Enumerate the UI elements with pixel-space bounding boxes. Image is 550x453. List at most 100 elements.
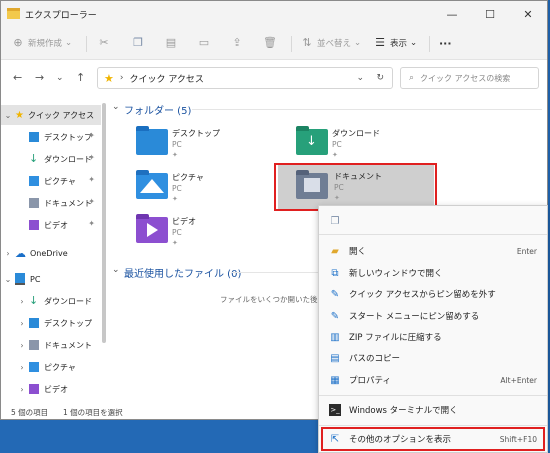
breadcrumb-chevron-icon: › (119, 73, 124, 83)
search-box[interactable]: ⌕ クイック アクセスの検索 (400, 67, 539, 89)
chevron-down-icon: ⌄ (65, 38, 73, 48)
context-item-terminal[interactable]: >_ Windows ターミナルで開く (319, 399, 547, 421)
copy-icon: ❐ (133, 36, 143, 49)
folder-tile-downloads[interactable]: ↓ ダウンロード PC ✦ (296, 126, 446, 166)
refresh-icon[interactable]: ↻ (376, 73, 384, 83)
chevron-down-icon[interactable]: ⌄ (356, 73, 364, 83)
sidebar-item-pc-pictures[interactable]: › ピクチャ (1, 357, 101, 377)
chevron-down-icon[interactable]: ⌄ (1, 275, 15, 284)
context-item-copy-path[interactable]: ▤ パスのコピー (319, 347, 547, 369)
pin-start-icon: ✎ (330, 310, 340, 322)
context-item-label: 新しいウィンドウで開く (349, 269, 443, 279)
folder-tile-desktop[interactable]: デスクトップ PC ✦ (136, 126, 286, 166)
copy-button[interactable]: ❐ (131, 34, 148, 52)
sidebar-item-label: ビデオ (44, 384, 68, 394)
pin-icon: ✦ (172, 195, 178, 203)
terminal-icon: >_ (329, 404, 341, 416)
chevron-right-icon[interactable]: › (1, 249, 15, 258)
properties-icon: ▦ (330, 374, 340, 386)
sidebar-item-onedrive[interactable]: › ☁ OneDrive (1, 243, 101, 263)
pin-icon: ✦ (172, 239, 178, 247)
pin-icon: ✦ (88, 197, 95, 206)
documents-icon (29, 340, 39, 350)
forward-arrow-icon[interactable]: → (35, 71, 44, 84)
highlight-box (321, 427, 545, 451)
folder-tile-videos[interactable]: ビデオ PC ✦ (136, 214, 286, 254)
context-item-open[interactable]: ▰ 開く Enter (319, 240, 547, 262)
chevron-right-icon[interactable]: › (15, 297, 29, 306)
chevron-down-icon[interactable]: ⌄ (112, 102, 120, 112)
copy-icon[interactable]: ❐ (329, 215, 341, 227)
sidebar-item-pc-documents[interactable]: › ドキュメント (1, 335, 101, 355)
chevron-right-icon[interactable]: › (15, 385, 29, 394)
video-icon (29, 220, 39, 230)
sort-button[interactable]: ⇅ 並べ替え ⌄ (300, 34, 361, 52)
context-item-label: Windows ターミナルで開く (349, 406, 458, 416)
sidebar-item-pc-desktop[interactable]: › デスクトップ (1, 313, 101, 333)
minimize-button[interactable]: — (433, 1, 471, 27)
sidebar-item-quick-access[interactable]: ⌄ ★ クイック アクセス (1, 105, 101, 125)
sidebar-scrollbar[interactable] (102, 103, 106, 343)
chevron-right-icon[interactable]: › (15, 363, 29, 372)
sort-icon: ⇅ (302, 36, 312, 49)
close-button[interactable]: ✕ (509, 1, 547, 27)
sidebar-item-label: ピクチャ (44, 176, 76, 186)
more-button[interactable]: ··· (439, 34, 452, 52)
sidebar-item-downloads[interactable]: ↓ ダウンロード ✦ (1, 149, 101, 169)
divider (192, 109, 542, 110)
up-arrow-icon[interactable]: ↑ (76, 71, 85, 84)
pictures-icon (29, 176, 39, 186)
folder-location: PC (172, 184, 182, 193)
sidebar-item-label: ダウンロード (44, 296, 92, 306)
address-bar[interactable]: ★ › クイック アクセス ⌄ ↻ (97, 67, 393, 89)
chevron-right-icon[interactable]: › (15, 341, 29, 350)
sidebar-item-videos[interactable]: ビデオ ✦ (1, 215, 101, 235)
context-item-label: ZIP ファイルに圧縮する (349, 333, 442, 343)
paste-button[interactable]: ▤ (164, 34, 181, 52)
address-row: ← → ⌄ ↑ ★ › クイック アクセス ⌄ ↻ ⌕ クイック アクセスの検索 (1, 60, 547, 94)
context-item-label: パスのコピー (349, 354, 401, 364)
sidebar-item-documents[interactable]: ドキュメント ✦ (1, 193, 101, 213)
context-item-label: クイック アクセスからピン留めを外す (349, 290, 496, 300)
cut-button[interactable]: ✂ (97, 34, 114, 52)
sidebar-item-pc-downloads[interactable]: › ↓ ダウンロード (1, 291, 101, 311)
divider (319, 395, 547, 396)
new-button[interactable]: ⊕ 新規作成 ⌄ (11, 34, 72, 52)
download-icon: ↓ (29, 152, 39, 165)
context-item-unpin[interactable]: ✎ クイック アクセスからピン留めを外す (319, 283, 547, 305)
title-bar[interactable]: エクスプローラー — ☐ ✕ (1, 1, 547, 27)
download-icon: ↓ (29, 294, 39, 307)
maximize-button[interactable]: ☐ (471, 1, 509, 27)
window-title: エクスプローラー (25, 11, 97, 21)
context-item-new-window[interactable]: ⧉ 新しいウィンドウで開く (319, 262, 547, 284)
divider (86, 36, 87, 52)
sidebar-item-pc[interactable]: ⌄ PC (1, 269, 101, 289)
context-item-pin-start[interactable]: ✎ スタート メニューにピン留めする (319, 305, 547, 327)
folder-open-icon: ▰ (331, 245, 339, 257)
folder-location: PC (332, 140, 342, 149)
sidebar-item-pictures[interactable]: ピクチャ ✦ (1, 171, 101, 191)
sidebar-item-label: ドキュメント (44, 340, 92, 350)
sidebar-item-pc-videos[interactable]: › ビデオ (1, 379, 101, 399)
sidebar-item-label: デスクトップ (44, 132, 92, 142)
selected-count: 1 個の項目を選択 (63, 408, 123, 417)
delete-button[interactable]: 🗑 (263, 34, 280, 52)
pin-icon: ✦ (172, 151, 178, 159)
view-button[interactable]: ☰ 表示 ⌄ (373, 34, 417, 52)
scissors-icon: ✂ (99, 36, 109, 49)
folder-tile-pictures[interactable]: ピクチャ PC ✦ (136, 170, 286, 210)
sidebar-item-desktop[interactable]: デスクトップ ✦ (1, 127, 101, 147)
chevron-down-icon[interactable]: ⌄ (1, 111, 15, 120)
folders-header[interactable]: フォルダー (5) (124, 102, 191, 117)
chevron-down-icon[interactable]: ⌄ (112, 265, 120, 275)
back-arrow-icon[interactable]: ← (13, 71, 22, 84)
context-item-properties[interactable]: ▦ プロパティ Alt+Enter (319, 369, 547, 391)
share-button[interactable]: ⇪ (230, 34, 247, 52)
recent-files-header[interactable]: 最近使用したファイル (0) (124, 265, 241, 280)
rename-button[interactable]: ▭ (197, 34, 214, 52)
chevron-right-icon[interactable]: › (15, 319, 29, 328)
downloads-folder-icon: ↓ (296, 126, 328, 155)
recent-chevron-icon[interactable]: ⌄ (56, 73, 64, 83)
search-input[interactable]: クイック アクセスの検索 (420, 73, 510, 84)
context-item-zip[interactable]: ▥ ZIP ファイルに圧縮する (319, 326, 547, 348)
